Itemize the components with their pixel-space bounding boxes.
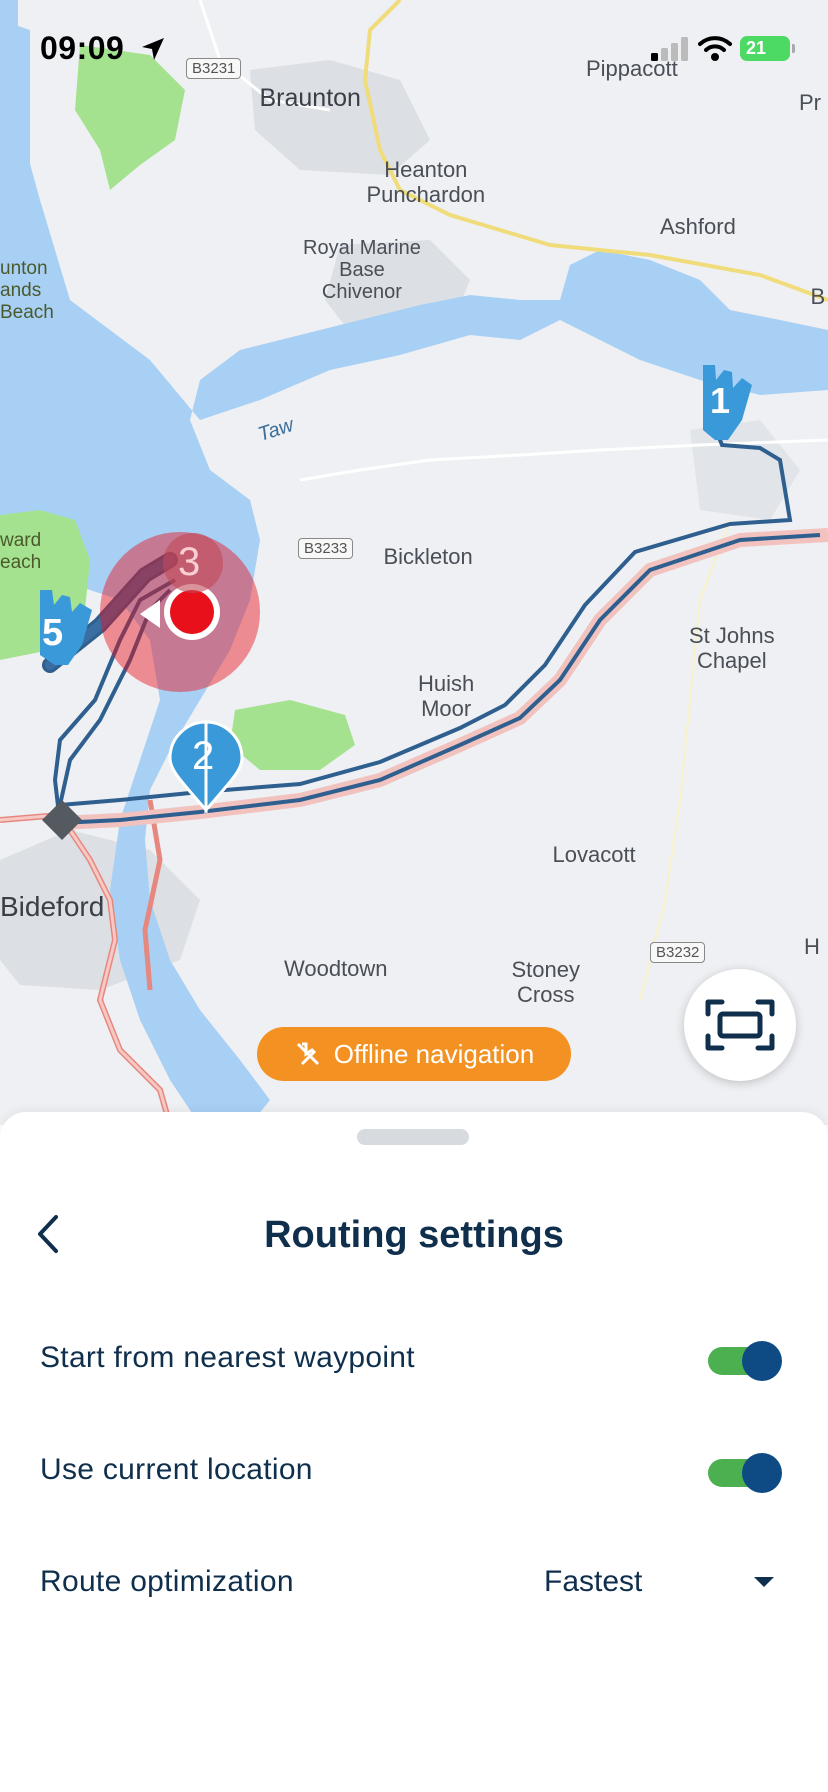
setting-label-route-optimization: Route optimization [40, 1565, 294, 1598]
setting-row-nearest-waypoint: Start from nearest waypoint [40, 1328, 782, 1388]
waypoint-2-marker[interactable]: 2 [192, 734, 214, 779]
battery-indicator: 21 [740, 36, 795, 61]
road-shield-b3232: B3232 [650, 942, 706, 963]
place-label-huish-moor: Huish Moor [418, 671, 475, 721]
battery-level: 21 [746, 38, 767, 58]
place-label-ashford: Ashford [660, 213, 736, 239]
current-location-marker [152, 584, 212, 644]
cellular-signal-icon [651, 37, 688, 61]
toggle-knob [742, 1341, 782, 1381]
place-label-lovacott: Lovacott [552, 841, 636, 867]
offline-navigation-badge[interactable]: Offline navigation [257, 1027, 571, 1081]
caret-down-icon [754, 1577, 774, 1587]
road-shield-b3233: B3233 [298, 538, 354, 559]
fit-route-button[interactable] [684, 969, 796, 1081]
place-label-stoney-cross: Stoney Cross [511, 957, 581, 1007]
route-optimization-dropdown[interactable]: Fastest [544, 1565, 780, 1599]
place-label-bickleton: Bickleton [383, 543, 473, 569]
place-label-st-johns-chapel: St Johns Chapel [689, 623, 775, 673]
route-optimization-value: Fastest [544, 1565, 643, 1598]
place-label-ward-beach: ward each [0, 530, 42, 573]
wifi-icon [698, 36, 732, 61]
toggle-nearest-waypoint[interactable] [708, 1339, 782, 1381]
place-label-sands-beach: unton ands Beach [0, 258, 54, 323]
routing-settings-sheet: Routing settings Start from nearest wayp… [0, 1112, 828, 1792]
place-label-chivenor: Royal Marine Base Chivenor [303, 237, 421, 303]
sheet-drag-handle[interactable] [357, 1129, 469, 1145]
toggle-current-location[interactable] [708, 1451, 782, 1493]
setting-label-nearest-waypoint: Start from nearest waypoint [40, 1341, 415, 1374]
place-label-woodtown: Woodtown [284, 955, 388, 981]
place-label-heanton: Heanton Punchardon [366, 157, 486, 207]
setting-row-route-optimization: Route optimization Fastest [40, 1552, 780, 1612]
offline-navigation-icon [296, 1042, 319, 1066]
location-arrow-icon [142, 38, 164, 60]
place-label-b-edge: B [810, 283, 826, 309]
place-label-h-edge: H [804, 933, 820, 959]
waypoint-3-marker[interactable]: 3 [178, 540, 200, 585]
place-label-bideford: Bideford [0, 890, 105, 922]
offline-navigation-label: Offline navigation [333, 1038, 535, 1069]
sheet-title: Routing settings [264, 1214, 564, 1256]
status-time: 09:09 [40, 30, 125, 66]
map-view[interactable]: Braunton Pippacott Pr Heanton Punchardon… [0, 0, 828, 1125]
frame-icon [705, 999, 775, 1051]
waypoint-5-marker[interactable]: 5 [42, 612, 63, 655]
waypoint-1-marker[interactable]: 1 [710, 380, 730, 422]
setting-label-current-location: Use current location [40, 1453, 313, 1486]
status-bar: 09:09 21 [0, 0, 828, 100]
setting-row-current-location: Use current location [40, 1440, 782, 1500]
toggle-knob [742, 1453, 782, 1493]
